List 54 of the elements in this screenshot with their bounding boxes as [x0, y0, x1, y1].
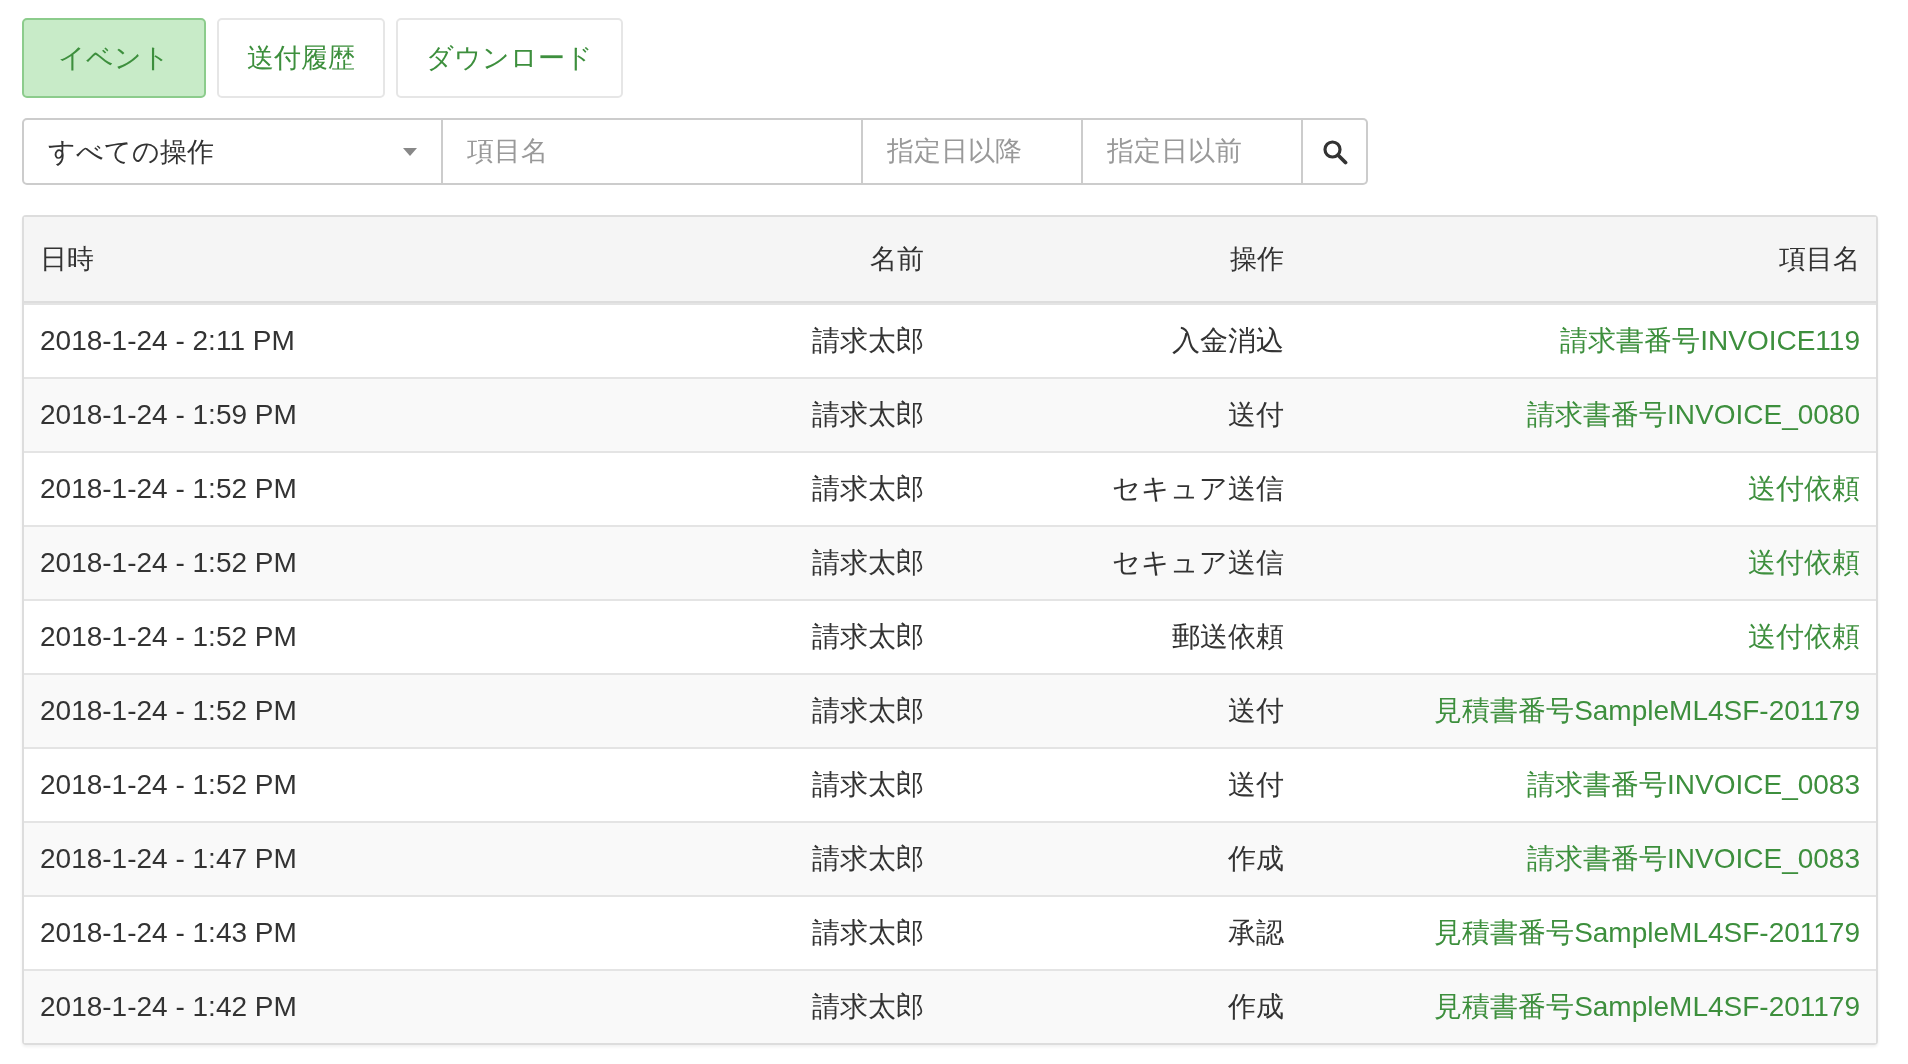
table-cell-text: 承認 — [1227, 916, 1285, 950]
item-link[interactable]: 請求書番号INVOICE119 — [1560, 325, 1860, 356]
date-to-field[interactable]: 指定日以前 — [1083, 118, 1303, 185]
table-cell-text: 送付 — [1227, 694, 1285, 728]
table-cell-text: 請求太郎 — [811, 694, 925, 728]
table-cell-text: 請求太郎 — [811, 990, 925, 1024]
table-cell-text: 2018-1-24 - 1:43 PM — [39, 917, 298, 949]
table-cell-text: 請求太郎 — [811, 472, 925, 506]
table-cell-text: 作成 — [1227, 842, 1285, 876]
table-cell-text: 郵送依頼 — [1171, 620, 1285, 654]
item-name-field[interactable]: 項目名 — [443, 118, 863, 185]
table-cell-text: 2018-1-24 - 1:52 PM — [39, 547, 298, 579]
table-cell-text: 請求太郎 — [811, 916, 925, 950]
table-cell-text: セキュア送信 — [1111, 472, 1285, 506]
tab[interactable]: 送付履歴 — [217, 18, 385, 98]
table-cell-text: セキュア送信 — [1111, 546, 1285, 580]
table-cell-text: 送付 — [1227, 768, 1285, 802]
table-cell-text: 入金消込 — [1171, 324, 1285, 358]
item-link[interactable]: 送付依頼 — [1748, 621, 1860, 652]
column-header: 操作 — [1229, 243, 1285, 276]
search-button[interactable] — [1303, 118, 1368, 185]
tab[interactable]: ダウンロード — [396, 18, 623, 98]
table-cell-text: 請求太郎 — [811, 398, 925, 432]
item-link[interactable]: 見積書番号SampleML4SF-201179 — [1434, 917, 1860, 948]
table-cell-text: 2018-1-24 - 1:52 PM — [39, 473, 298, 505]
column-header: 名前 — [869, 243, 925, 276]
table-cell-text: 2018-1-24 - 1:52 PM — [39, 621, 298, 653]
search-icon — [1321, 138, 1348, 165]
item-link[interactable]: 請求書番号INVOICE_0083 — [1527, 769, 1860, 800]
item-link[interactable]: 見積書番号SampleML4SF-201179 — [1434, 991, 1860, 1022]
item-link[interactable]: 請求書番号INVOICE_0083 — [1527, 843, 1860, 874]
table-cell-text: 請求太郎 — [811, 768, 925, 802]
table-cell-text: 請求太郎 — [811, 842, 925, 876]
table-cell-text: 請求太郎 — [811, 324, 925, 358]
operation-select[interactable]: すべての操作 — [22, 118, 443, 185]
table-cell-text: 請求太郎 — [811, 620, 925, 654]
table-cell-text: 2018-1-24 - 1:42 PM — [39, 991, 298, 1023]
column-header: 項目名 — [1778, 243, 1861, 276]
item-link[interactable]: 送付依頼 — [1748, 547, 1860, 578]
table-cell-text: 2018-1-24 - 1:52 PM — [39, 769, 298, 801]
date-from-field[interactable]: 指定日以降 — [863, 118, 1083, 185]
column-header: 日時 — [39, 243, 95, 276]
tab[interactable]: イベント — [22, 18, 206, 98]
item-link[interactable]: 送付依頼 — [1748, 473, 1860, 504]
table-cell-text: 2018-1-24 - 1:59 PM — [39, 399, 298, 431]
table-cell-text: 2018-1-24 - 1:47 PM — [39, 843, 298, 875]
table-cell-text: 2018-1-24 - 1:52 PM — [39, 695, 298, 727]
table-cell-text: 2018-1-24 - 2:11 PM — [39, 325, 296, 357]
item-link[interactable]: 請求書番号INVOICE_0080 — [1527, 399, 1860, 430]
table-cell-text: 作成 — [1227, 990, 1285, 1024]
item-link[interactable]: 見積書番号SampleML4SF-201179 — [1434, 695, 1860, 726]
caret-icon — [403, 147, 417, 156]
table-cell-text: 送付 — [1227, 398, 1285, 432]
table-cell-text: 請求太郎 — [811, 546, 925, 580]
